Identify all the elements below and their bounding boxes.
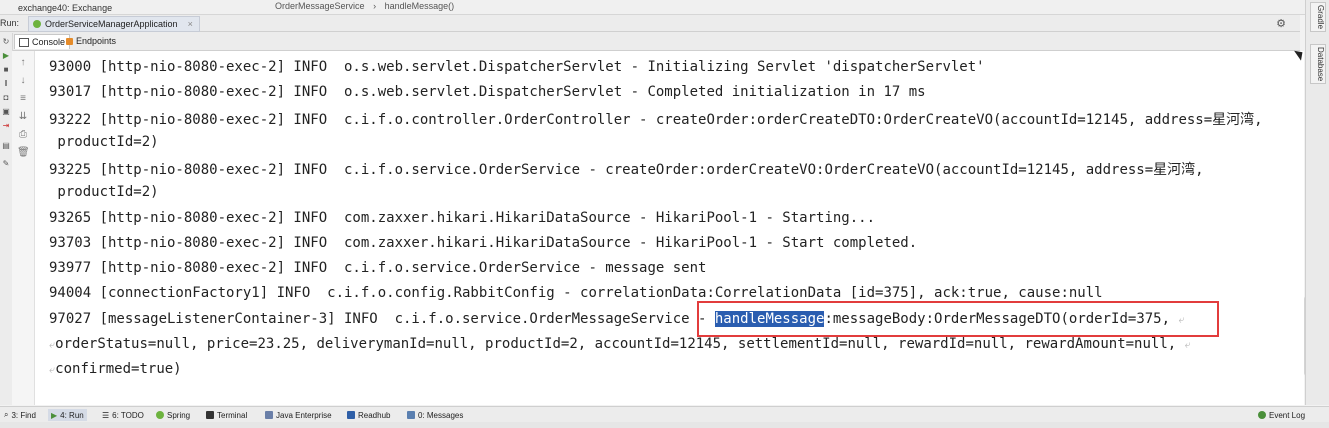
endpoints-icon [66, 37, 73, 45]
log-line: 93225 [http-nio-8080-exec-2] INFO c.i.f.… [49, 162, 1204, 178]
tool-tab-label: Spring [167, 410, 191, 420]
breadcrumb: OrderMessageService › handleMessage() [275, 1, 460, 11]
log-line-text: orderStatus=null, price=23.25, deliverym… [55, 336, 1185, 352]
console-tabs: Console Endpoints [0, 32, 1300, 51]
console-output[interactable]: 93000 [http-nio-8080-exec-2] INFO o.s.we… [35, 51, 1304, 405]
todo-icon: ☰ [102, 410, 110, 420]
messages-icon [407, 411, 415, 419]
breadcrumb-method[interactable]: handleMessage() [385, 1, 455, 11]
log-line-wrap: productId=2) [49, 184, 159, 200]
log-line: 93017 [http-nio-8080-exec-2] INFO o.s.we… [49, 84, 926, 100]
scroll-to-end-icon[interactable]: ⇊ [17, 111, 29, 123]
tab-database[interactable]: Database [1310, 44, 1326, 84]
log-line-prefix: 97027 [messageListenerContainer-3] INFO … [49, 311, 715, 327]
tab-label: Endpoints [76, 36, 117, 46]
breadcrumb-class[interactable]: OrderMessageService [275, 1, 365, 11]
editor-topbar: exchange40: Exchange OrderMessageService… [0, 0, 1329, 15]
run-config-label: OrderServiceManagerApplication [45, 19, 178, 29]
terminal-icon [206, 411, 214, 419]
readhub-icon [347, 411, 355, 419]
log-line: 94004 [connectionFactory1] INFO c.i.f.o.… [49, 285, 1103, 301]
tool-tab-label: 3: Find [11, 410, 36, 420]
tab-messages[interactable]: 0: Messages [407, 409, 463, 421]
tab-spring[interactable]: Spring [156, 409, 190, 421]
tool-tab-label: 0: Messages [418, 410, 464, 420]
print-icon[interactable]: ⎙ [17, 129, 29, 141]
run-icon[interactable]: ▶ [1, 51, 11, 61]
tool-tab-label: Terminal [217, 410, 248, 420]
event-log-icon [1258, 411, 1266, 419]
tool-tab-label: Java Enterprise [276, 410, 332, 420]
tab-run[interactable]: ▶ 4: Run [48, 409, 87, 421]
status-bar [0, 422, 1329, 428]
gear-icon[interactable]: ⚙ [1276, 17, 1286, 30]
log-line: 93977 [http-nio-8080-exec-2] INFO c.i.f.… [49, 260, 707, 276]
tab-todo[interactable]: ☰ 6: TODO [102, 409, 144, 421]
log-line: 93703 [http-nio-8080-exec-2] INFO com.za… [49, 235, 918, 251]
tool-tab-label: 6: TODO [112, 410, 144, 420]
spring-boot-icon [33, 20, 41, 28]
tab-endpoints[interactable]: Endpoints [62, 34, 120, 48]
run-toolbar: Run: OrderServiceManagerApplication × ⚙ [0, 15, 1300, 32]
tab-find[interactable]: ⌕ 3: Find [4, 409, 36, 421]
stop-icon[interactable]: ■ [1, 65, 11, 75]
run-label: Run: [0, 18, 20, 28]
log-line-text: confirmed=true) [55, 361, 182, 377]
exchange-label: exchange40: Exchange [18, 3, 113, 13]
tool-tab-label: 4: Run [60, 410, 84, 420]
log-line-wrap: ⤶orderStatus=null, price=23.25, delivery… [49, 336, 1191, 352]
scroll-up-icon[interactable]: ↑ [17, 57, 29, 69]
pin-icon[interactable]: ✎ [1, 159, 11, 169]
run-icon: ▶ [51, 410, 58, 420]
rerun-icon[interactable]: ↻ [1, 37, 11, 47]
clear-all-icon[interactable]: 🗑 [17, 147, 30, 159]
log-line: 93222 [http-nio-8080-exec-2] INFO c.i.f.… [49, 112, 1263, 128]
console-icon [19, 37, 29, 47]
pause-icon[interactable]: ‖ [1, 79, 11, 89]
wrap-icon: ⤶ [1184, 338, 1191, 351]
right-tool-strip: Gradle Database [1305, 0, 1329, 405]
tab-readhub[interactable]: Readhub [347, 409, 390, 421]
log-line: 93265 [http-nio-8080-exec-2] INFO com.za… [49, 210, 876, 226]
tool-tab-label: Readhub [358, 410, 391, 420]
camera-icon[interactable]: ◘ [1, 93, 11, 103]
exit-icon[interactable]: ⇥ [1, 121, 11, 131]
spring-icon [156, 411, 164, 419]
tab-event-log[interactable]: Event Log [1258, 409, 1305, 421]
run-config-tab[interactable]: OrderServiceManagerApplication × [28, 16, 200, 32]
console-toolbar: ↑ ↓ ≡ ⇊ ⎙ 🗑 [12, 51, 35, 405]
tool-window-bar: ⌕ 3: Find ▶ 4: Run ☰ 6: TODO Spring Term… [0, 406, 1329, 423]
tab-gradle[interactable]: Gradle [1310, 2, 1326, 32]
restore-layout-icon[interactable]: ▣ [1, 107, 11, 117]
log-line: 93000 [http-nio-8080-exec-2] INFO o.s.we… [49, 59, 985, 75]
log-line-wrap: productId=2) [49, 134, 159, 150]
close-icon[interactable]: × [188, 19, 193, 29]
log-line-wrap: ⤶confirmed=true) [49, 361, 182, 377]
tool-tab-label: Event Log [1269, 410, 1306, 420]
search-icon: ⌕ [4, 410, 9, 419]
layout-icon[interactable]: ▤ [1, 141, 11, 151]
tab-label: Console [32, 37, 66, 47]
tab-java-enterprise[interactable]: Java Enterprise [265, 409, 332, 421]
java-enterprise-icon [265, 411, 273, 419]
tab-terminal[interactable]: Terminal [206, 409, 247, 421]
soft-wrap-icon[interactable]: ≡ [17, 93, 29, 105]
scroll-down-icon[interactable]: ↓ [17, 75, 29, 87]
breadcrumb-separator: › [373, 1, 377, 11]
annotation-highlight-box [697, 301, 1219, 337]
